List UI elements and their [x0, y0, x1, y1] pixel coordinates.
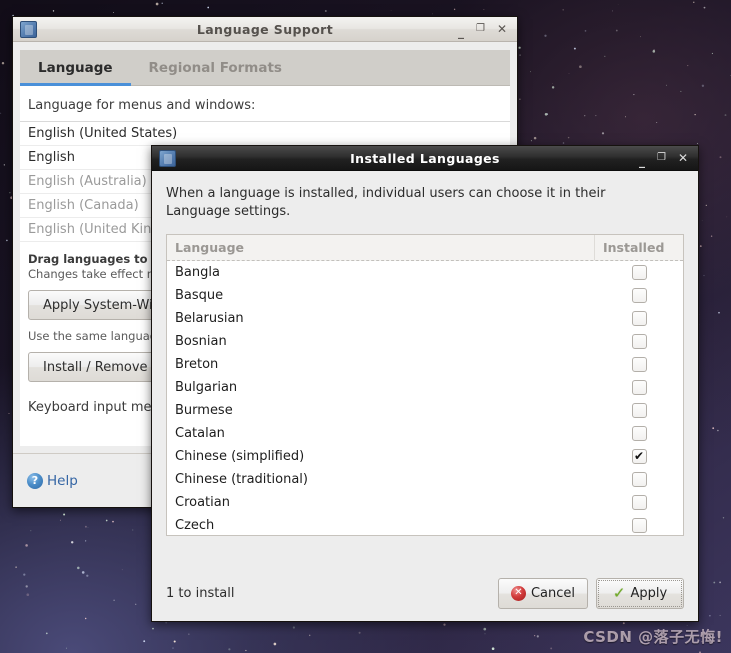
- checkbox-unchecked[interactable]: [631, 494, 647, 510]
- status-text: 1 to install: [166, 585, 235, 601]
- cell-installed: [595, 379, 683, 395]
- table-row[interactable]: Croatian: [167, 491, 683, 514]
- window-controls: _ ❐ ✕: [458, 23, 513, 38]
- table-row[interactable]: Belarusian: [167, 307, 683, 330]
- cancel-label: Cancel: [530, 585, 575, 601]
- app-icon: [159, 149, 176, 167]
- apply-button[interactable]: ✓ Apply: [596, 577, 684, 609]
- cell-language: Chinese (simplified): [175, 448, 305, 464]
- checkbox-unchecked[interactable]: [631, 517, 647, 533]
- checkbox-unchecked[interactable]: [631, 310, 647, 326]
- question-mark-icon: ?: [27, 472, 43, 489]
- table-row[interactable]: Catalan: [167, 422, 683, 445]
- tab-language[interactable]: Language: [20, 50, 131, 86]
- table-row[interactable]: Bulgarian: [167, 376, 683, 399]
- maximize-icon[interactable]: ❐: [657, 153, 666, 163]
- checkbox-unchecked[interactable]: [631, 333, 647, 349]
- dialog-footer: 1 to install ✕ Cancel ✓ Apply: [152, 565, 698, 621]
- cell-language: Belarusian: [175, 310, 244, 326]
- language-support-title: Language Support: [196, 21, 334, 37]
- installed-languages-title: Installed Languages: [350, 150, 500, 166]
- checkbox-unchecked[interactable]: [631, 287, 647, 303]
- error-circle-icon: ✕: [510, 585, 526, 601]
- checkbox-unchecked[interactable]: [631, 471, 647, 487]
- cell-language: Chinese (traditional): [175, 471, 308, 487]
- close-icon[interactable]: ✕: [497, 23, 507, 35]
- cell-installed: [595, 264, 683, 280]
- cell-installed: [595, 356, 683, 372]
- tab-regional-formats[interactable]: Regional Formats: [131, 50, 300, 85]
- table-row[interactable]: Chinese (simplified) ✔: [167, 445, 683, 468]
- table-row[interactable]: Bangla: [167, 261, 683, 284]
- table-row[interactable]: Czech: [167, 514, 683, 535]
- menus-windows-label: Language for menus and windows:: [28, 98, 256, 113]
- cell-installed: [595, 425, 683, 441]
- help-button[interactable]: ? Help: [27, 472, 78, 489]
- apply-label: Apply: [630, 585, 668, 601]
- cell-language: Bosnian: [175, 333, 227, 349]
- cell-installed: [595, 517, 683, 533]
- dialog-description: When a language is installed, individual…: [166, 186, 606, 220]
- installed-languages-dialog: Installed Languages _ ❐ ✕ When a languag…: [151, 145, 699, 622]
- table-header: Language Installed: [167, 234, 683, 261]
- help-label: Help: [47, 472, 78, 489]
- tab-regional-formats-label: Regional Formats: [148, 59, 282, 76]
- column-header-language[interactable]: Language: [167, 234, 595, 260]
- checkbox-unchecked[interactable]: [631, 425, 647, 441]
- minimize-icon[interactable]: _: [639, 155, 645, 167]
- window-controls: _ ❐ ✕: [639, 152, 694, 167]
- cell-installed: [595, 287, 683, 303]
- cell-language: Basque: [175, 287, 224, 303]
- cell-installed: [595, 310, 683, 326]
- cell-language: Breton: [175, 356, 219, 372]
- minimize-icon[interactable]: _: [458, 26, 464, 38]
- close-icon[interactable]: ✕: [678, 152, 688, 164]
- checkbox-unchecked[interactable]: [631, 264, 647, 280]
- cell-installed: [595, 471, 683, 487]
- cell-installed: [595, 402, 683, 418]
- table-body: Bangla Basque Belarusian Bosnian Breton Bulga…: [167, 261, 683, 535]
- cell-installed: [595, 333, 683, 349]
- cell-language: Croatian: [175, 494, 230, 510]
- app-icon: [20, 20, 37, 38]
- check-mark-icon: ✓: [612, 583, 626, 602]
- table-row[interactable]: Breton: [167, 353, 683, 376]
- language-support-titlebar[interactable]: Language Support _ ❐ ✕: [13, 17, 517, 42]
- tab-language-label: Language: [38, 59, 113, 76]
- table-row[interactable]: Chinese (traditional): [167, 468, 683, 491]
- column-header-installed[interactable]: Installed: [595, 235, 683, 260]
- cell-installed: ✔: [595, 448, 683, 464]
- tab-strip: Language Regional Formats: [20, 50, 510, 86]
- installed-languages-titlebar[interactable]: Installed Languages _ ❐ ✕: [152, 146, 698, 171]
- dialog-buttons: ✕ Cancel ✓ Apply: [497, 577, 684, 609]
- dialog-body: When a language is installed, individual…: [152, 171, 698, 536]
- checkbox-unchecked[interactable]: [631, 402, 647, 418]
- checkbox-unchecked[interactable]: [631, 379, 647, 395]
- maximize-icon[interactable]: ❐: [476, 24, 485, 34]
- checkbox-checked[interactable]: ✔: [631, 448, 647, 464]
- cell-language: Czech: [175, 517, 215, 533]
- cell-installed: [595, 494, 683, 510]
- cell-language: Bangla: [175, 264, 220, 280]
- desktop: Language Support _ ❐ ✕ Language Regional…: [0, 0, 731, 653]
- watermark: CSDN @落子无悔!: [583, 628, 723, 646]
- cell-language: Bulgarian: [175, 379, 238, 395]
- table-row[interactable]: Burmese: [167, 399, 683, 422]
- cell-language: Burmese: [175, 402, 233, 418]
- list-item[interactable]: English (United States): [20, 122, 510, 146]
- cancel-button[interactable]: ✕ Cancel: [497, 577, 588, 609]
- cell-language: Catalan: [175, 425, 225, 441]
- checkbox-unchecked[interactable]: [631, 356, 647, 372]
- languages-table[interactable]: Language Installed Bangla Basque Belarusia…: [166, 233, 684, 536]
- table-row[interactable]: Bosnian: [167, 330, 683, 353]
- table-row[interactable]: Basque: [167, 284, 683, 307]
